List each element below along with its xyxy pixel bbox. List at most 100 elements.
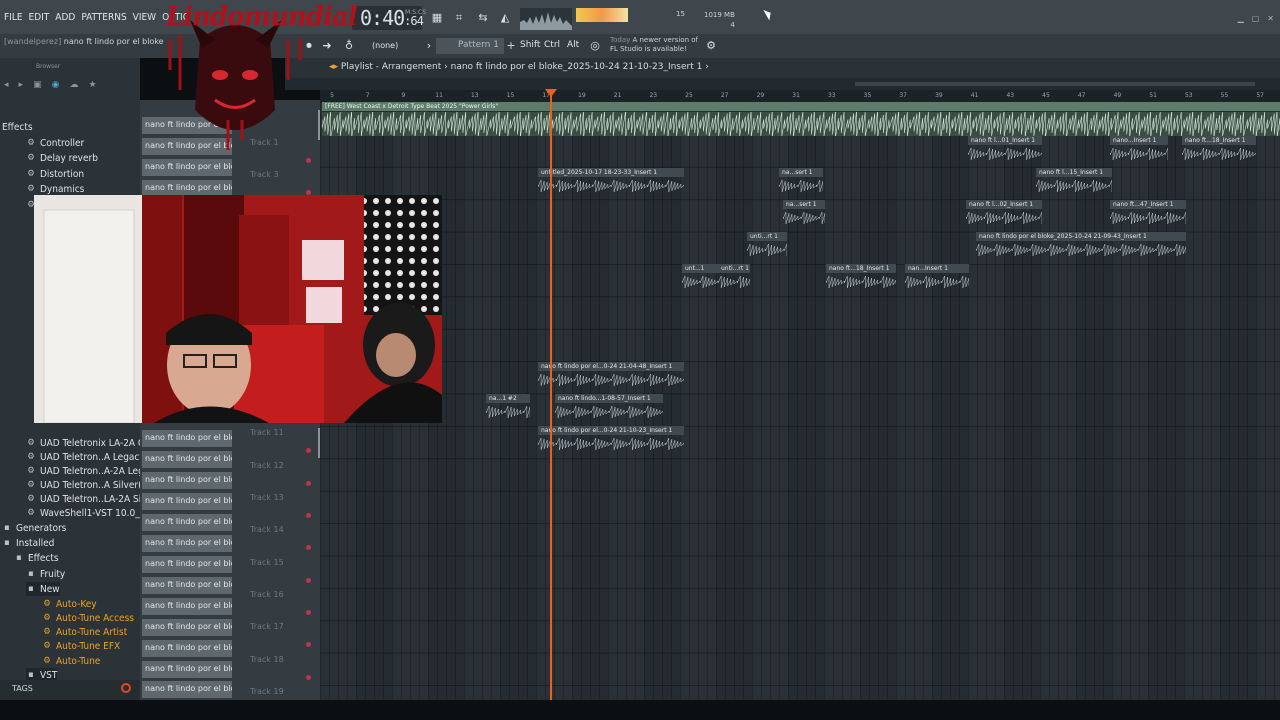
forward-icon[interactable]: ▸ [19,80,24,96]
vocal-audio-clip[interactable]: nano ft...47_Insert 1 [1110,200,1186,228]
vocal-audio-clip[interactable]: na...1 #2 [486,394,530,422]
track-mute-dot[interactable] [306,610,311,615]
piano-roll-icon[interactable]: ▦ [428,11,446,25]
track-label[interactable]: Track 15 [250,558,284,567]
browser-item-effects[interactable]: ▪Effects [14,551,58,565]
clip-list-item[interactable]: nano ft lindo por el blok... [142,472,232,489]
browser-item-generators[interactable]: ▪ Generators [2,521,66,535]
star-icon[interactable]: ★ [88,80,96,96]
vocal-audio-clip[interactable]: nano ft lindo...1-08-57_Insert 1 [555,394,663,422]
vocal-audio-clip[interactable]: untitled_2025-10-17 18-23-33_Insert 1 [538,168,684,196]
time-ruler[interactable]: 5 7 9 11 13 15 17 19 21 23 25 27 29 31 33 35 37 39 41 43 45 4… [320,90,1280,102]
plugin-view-icon[interactable]: ◉ [52,80,60,96]
news-panel[interactable]: Today A newer version of FL Studio is ava… [610,36,698,54]
clip-list-item[interactable]: nano ft lindo por el blok... [142,681,232,698]
vocal-audio-clip[interactable]: unti...rt 1 [718,264,750,292]
close-icon[interactable]: ✕ [1267,14,1274,23]
browser-item-uad-teletron-a-silver-m[interactable]: ⚙ UAD Teletron..A Silver(m) [26,478,154,492]
menu-file[interactable]: FILE [4,12,23,23]
playlist-overview[interactable] [285,78,1280,90]
track-label[interactable]: Track 13 [250,493,284,502]
track-mute-dot[interactable] [306,448,311,453]
back-icon[interactable]: ◂ [4,80,9,96]
overview-thumb[interactable] [855,82,1255,86]
clip-list-item[interactable]: nano ft lindo por el blok... [142,451,232,468]
clip-list-item[interactable]: nano ft lindo por el blok... [142,619,232,636]
menu-add[interactable]: ADD [55,12,75,23]
mic-icon[interactable]: ♁ [340,39,358,53]
alt-button[interactable]: Alt [567,40,579,50]
vocal-audio-clip[interactable]: na...sert 1 [783,200,825,228]
vocal-audio-clip[interactable]: unt...1 [682,264,718,292]
shift-button[interactable]: Shift [520,40,540,50]
track-label[interactable]: Track 12 [250,461,284,470]
vocal-audio-clip[interactable]: nano ft l...15_Insert 1 [1036,168,1112,196]
clip-list-item[interactable]: nano ft lindo por el blok... [142,577,232,594]
vocal-audio-clip[interactable]: nano ft l...02_Insert 1 [966,200,1042,228]
browser-item-controller[interactable]: ⚙ Controller [26,136,84,150]
play-icon[interactable]: ➜ [318,39,336,53]
mixer-icon[interactable]: ⇆ [474,11,492,25]
track-label[interactable]: Track 16 [250,590,284,599]
tags-label[interactable]: TAGS [0,680,140,700]
browser-item-delay-reverb[interactable]: ⚙ Delay reverb [26,151,98,165]
track-mute-dot[interactable] [306,545,311,550]
vocal-audio-clip[interactable]: nano ft...18_Insert 1 [826,264,896,292]
menu-patterns[interactable]: PATTERNS [81,12,126,23]
maximize-icon[interactable]: ▢ [1252,14,1260,23]
clip-list-item[interactable]: nano ft lindo por el blok... [142,598,232,615]
menu-edit[interactable]: EDIT [29,12,50,23]
search-icon[interactable] [121,683,131,693]
vocal-audio-clip[interactable]: na...sert 1 [779,168,823,196]
track-label[interactable]: Track 14 [250,525,284,534]
track-mute-dot[interactable] [306,642,311,647]
gear-icon[interactable]: ⚙ [702,39,720,53]
vocal-audio-clip[interactable]: nano ft lindo por el...0-24 21-10-23_Ins… [538,426,684,454]
browser-item-effects[interactable]: ▪Effects [0,120,33,134]
step-seq-icon[interactable]: ⌗ [450,11,468,25]
browser-item-waveshell1-vst-10-0-x64[interactable]: ⚙ WaveShell1-VST 10.0_x64 [26,506,156,520]
clip-list-item[interactable]: nano ft lindo por el blok... [142,661,232,678]
browser-item-dynamics[interactable]: ⚙ Dynamics [26,182,84,196]
vocal-audio-clip[interactable]: nano ft...18_Insert 1 [1182,136,1256,164]
browser-item-fruity[interactable]: ▪ Fruity [26,567,65,581]
browser-item-uad-teletron-la-2a-silver[interactable]: ⚙ UAD Teletron..LA-2A Silver [26,492,158,506]
beat-audio-clip[interactable]: [FREE] West Coast x Detroit Type Beat 20… [322,102,1280,136]
vocal-audio-clip[interactable]: unti...rt 1 [747,232,787,260]
track-mute-dot[interactable] [306,675,311,680]
minimize-icon[interactable]: ▁ [1238,14,1244,23]
browser-item-auto-tune-access[interactable]: ⚙ Auto-Tune Access [42,611,134,625]
vocal-audio-clip[interactable]: nan...Insert 1 [905,264,969,292]
clip-list-item[interactable]: nano ft lindo por el blok... [142,535,232,552]
browser-item-auto-tune-efx[interactable]: ⚙ Auto-Tune EFX [42,639,120,653]
track-label[interactable]: Track 3 [250,170,279,179]
vocal-audio-clip[interactable]: nano ft lindo por el...0-24 21-04-48_Ins… [538,362,684,390]
clip-list-item[interactable]: nano ft lindo por el blok... [142,640,232,657]
news-icon[interactable]: ◎ [586,39,604,53]
playhead[interactable] [550,90,552,700]
browser-item-distortion[interactable]: ⚙ Distortion [26,167,84,181]
browser-item-new[interactable]: ▪ New [26,582,60,596]
ctrl-button[interactable]: Ctrl [544,40,560,50]
menu-view[interactable]: VIEW [133,12,156,23]
browser-item-auto-tune[interactable]: ⚙ Auto-Tune [42,654,100,668]
track-label[interactable]: Track 17 [250,622,284,631]
track-mute-dot[interactable] [306,513,311,518]
clip-list-item[interactable]: nano ft lindo por el blok... [142,556,232,573]
clip-list-item[interactable]: nano ft lindo por el blok... [142,493,232,510]
cloud-icon[interactable]: ☁ [69,80,78,96]
browser-item-auto-tune-artist[interactable]: ⚙ Auto-Tune Artist [42,625,127,639]
vocal-audio-clip[interactable]: nano ft l...01_Insert 1 [968,136,1042,164]
track-label[interactable]: Track 19 [250,687,284,696]
vocal-audio-clip[interactable]: nano...Insert 1 [1110,136,1168,164]
pattern-none[interactable]: (none) [372,41,398,50]
track-label[interactable]: Track 11 [250,428,284,437]
add-pattern-icon[interactable]: + [502,39,520,53]
playhead-marker[interactable] [545,89,557,97]
browser-item-installed[interactable]: ▪ Installed [2,536,54,550]
pattern-selector[interactable]: Pattern 1 [436,38,504,54]
track-mute-dot[interactable] [306,578,311,583]
track-label[interactable]: Track 18 [250,655,284,664]
track-mute-dot[interactable] [306,481,311,486]
clip-list-item[interactable]: nano ft lindo por el blok... [142,514,232,531]
